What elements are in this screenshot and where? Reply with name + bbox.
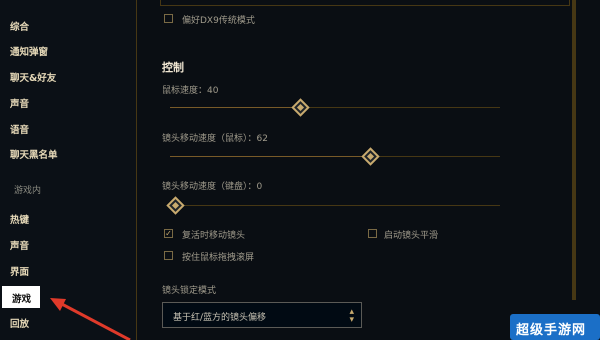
annotation-arrow-icon [50,298,131,340]
watermark-text: 超级手游网 [516,323,587,338]
site-watermark-logo: 超级手游网 [510,314,600,340]
